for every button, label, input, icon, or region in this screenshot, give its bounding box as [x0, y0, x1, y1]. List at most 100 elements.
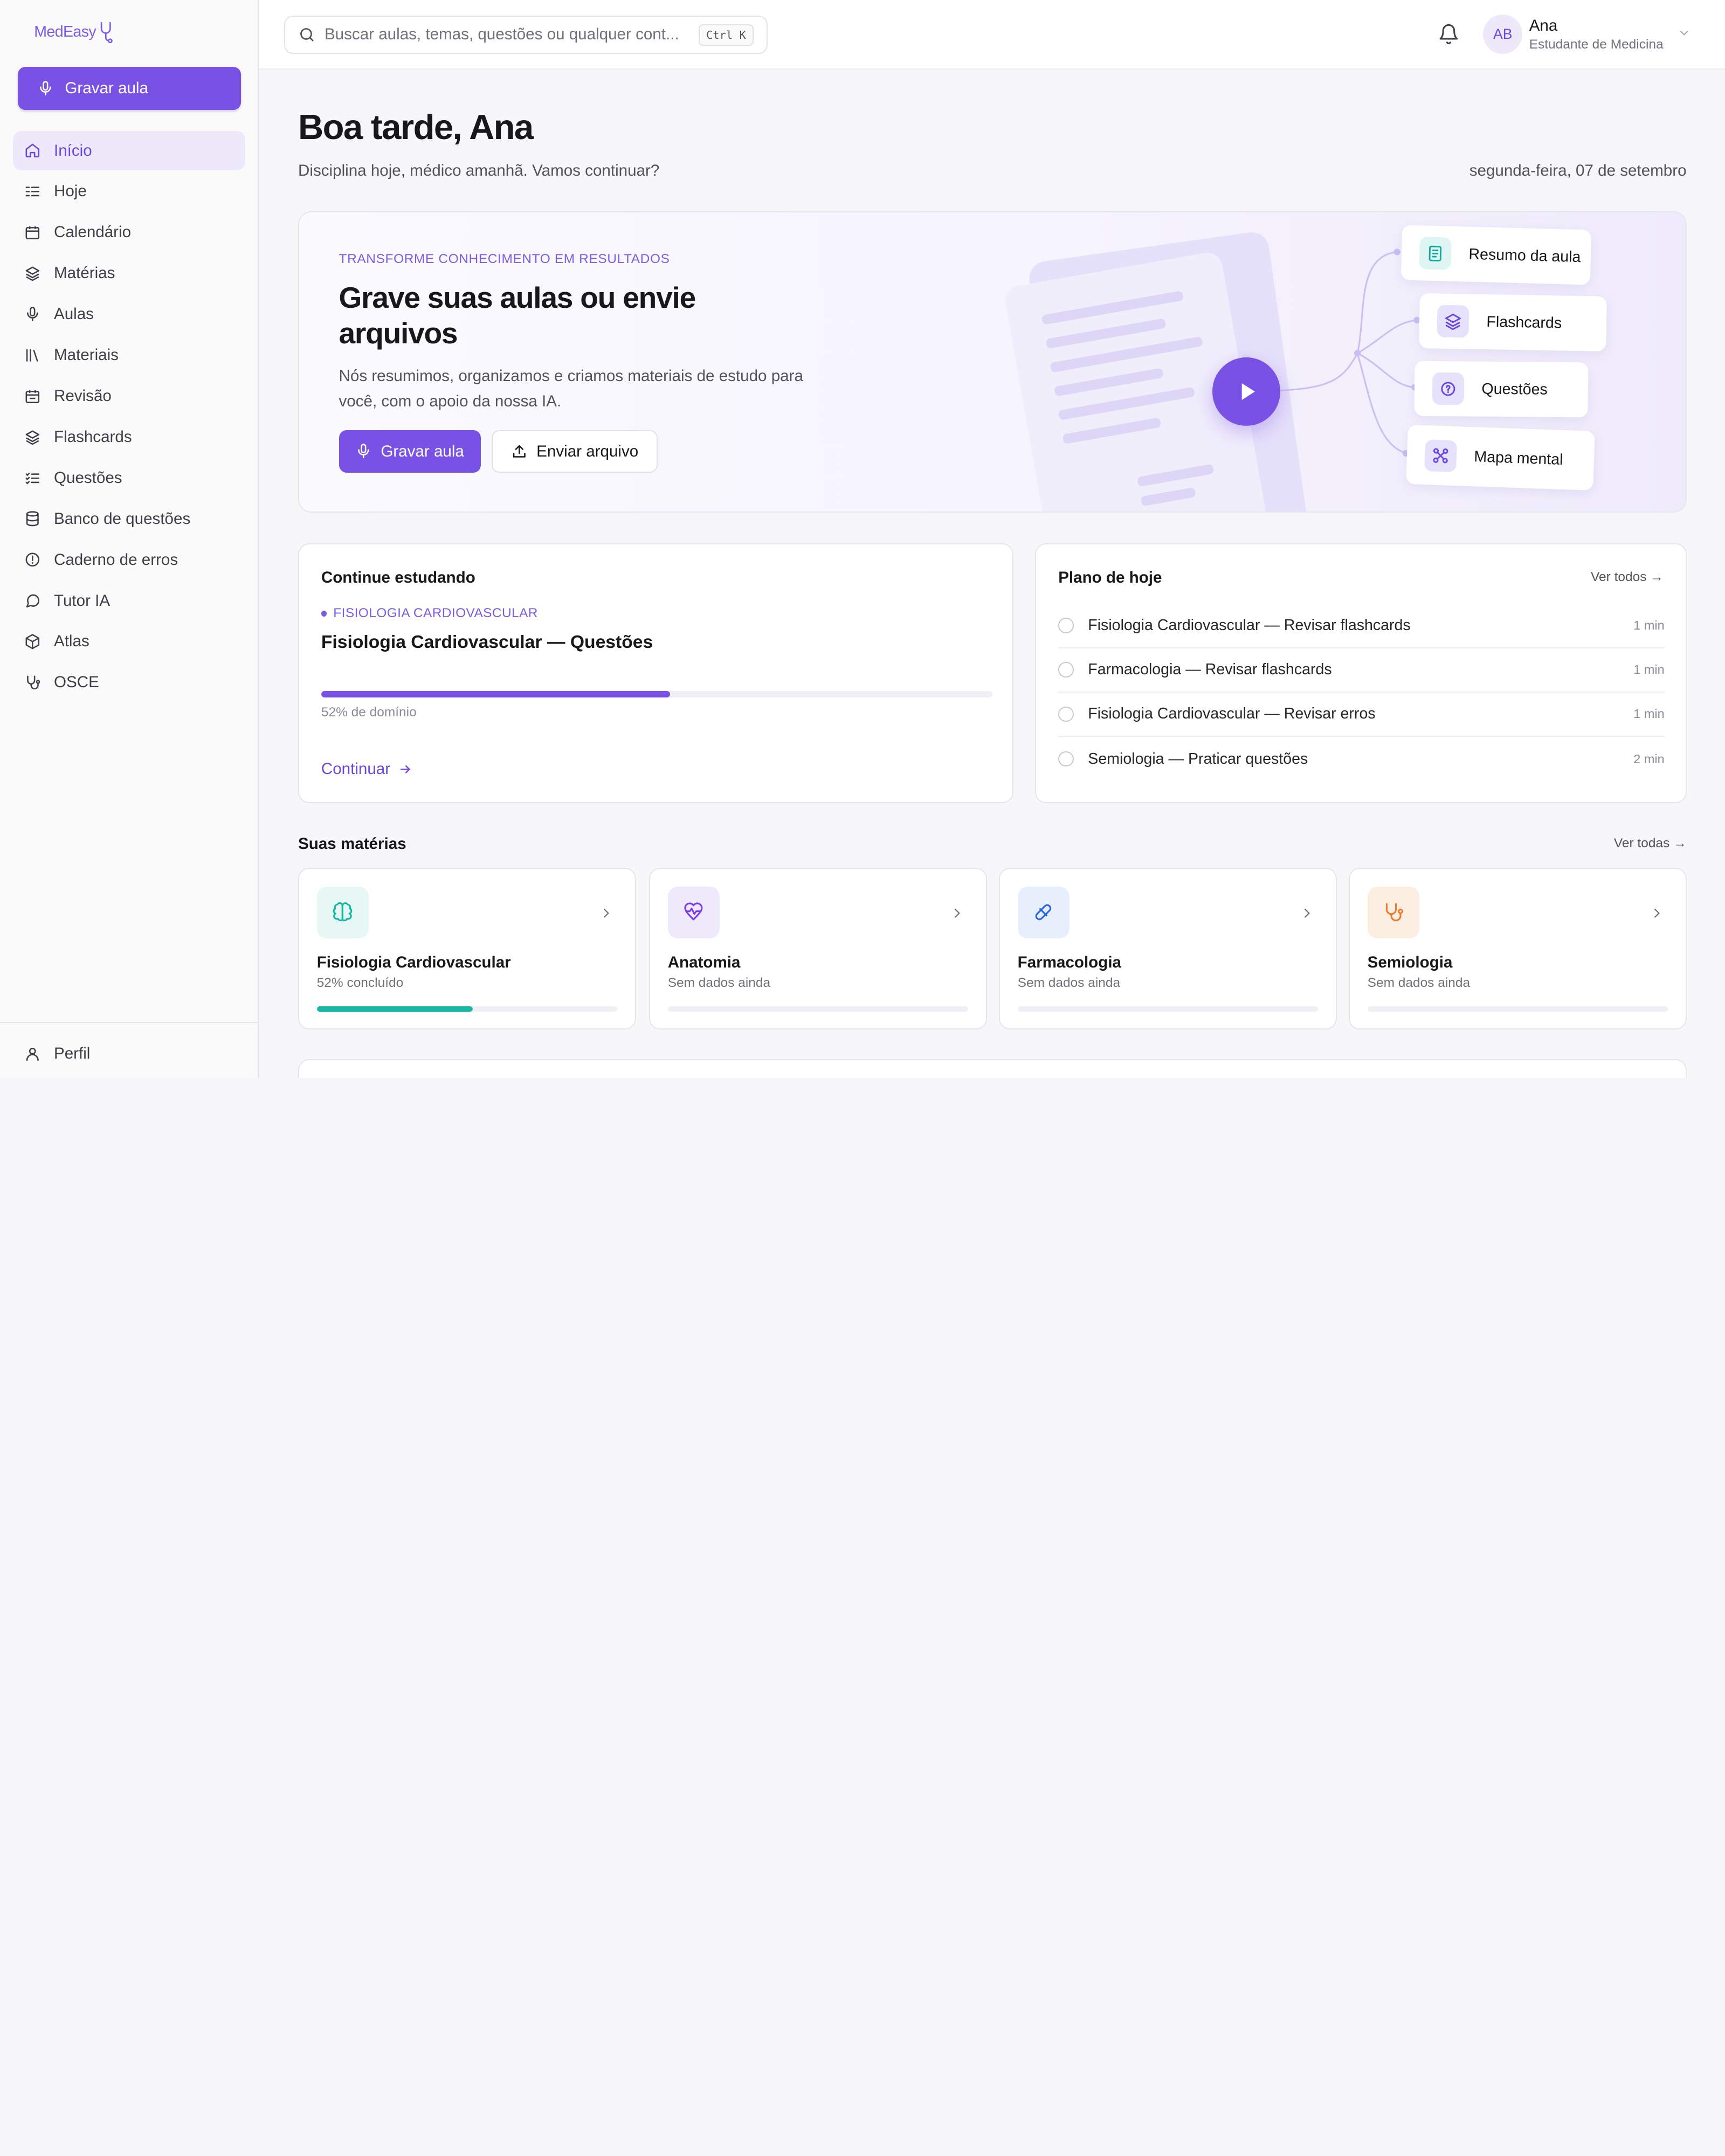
search-box[interactable]: Ctrl K — [284, 15, 768, 54]
search-input[interactable] — [324, 25, 688, 44]
sidebar-item-label: OSCE — [53, 673, 99, 692]
output-label: Mapa mental — [1474, 447, 1564, 468]
sidebar-record-button[interactable]: Gravar aula — [17, 67, 241, 110]
checklist-icon — [25, 472, 39, 485]
continue-studying-card: Continue estudando FISIOLOGIA CARDIOVASC… — [298, 543, 1013, 803]
topbar: Ctrl K AB Ana Estudante de Medicina — [258, 0, 1725, 70]
subject-tag: FISIOLOGIA CARDIOVASCULAR — [321, 606, 538, 621]
sidebar-item-label: Calendário — [53, 223, 132, 241]
subject-name: Semiologia — [1367, 953, 1453, 972]
heart-pulse-icon — [667, 886, 720, 938]
pill-icon — [1017, 886, 1070, 938]
sidebar-item-flashcards[interactable]: Flashcards — [13, 417, 245, 457]
arrow-right-icon — [401, 765, 411, 773]
user-name[interactable]: Ana — [1529, 17, 1558, 35]
subject-progress-text: Sem dados ainda — [667, 976, 771, 991]
subject-progress-fill — [316, 1006, 473, 1012]
subject-progress-bar — [667, 1006, 968, 1012]
plan-item[interactable]: Fisiologia Cardiovascular — Revisar flas… — [1058, 604, 1665, 648]
mic-icon — [40, 81, 51, 96]
subject-progress-text: Sem dados ainda — [1017, 976, 1121, 991]
sidebar-item-label: Início — [53, 141, 92, 160]
see-all-plan-link[interactable]: Ver todos → — [1591, 570, 1664, 585]
sidebar-item-materiais[interactable]: Materiais — [13, 335, 245, 375]
sidebar-item-banco-questoes[interactable]: Banco de questões — [13, 499, 245, 538]
sidebar-item-caderno-erros[interactable]: Caderno de erros — [13, 540, 245, 579]
sidebar-item-label: Aulas — [53, 305, 94, 323]
sidebar-item-hoje[interactable]: Hoje — [13, 172, 245, 211]
today-plan-title: Plano de hoje — [1058, 569, 1162, 587]
plan-item[interactable]: Semiologia — Praticar questões 2 min — [1058, 737, 1665, 781]
plan-item-time: 1 min — [1633, 707, 1665, 721]
subject-name: Farmacologia — [1017, 953, 1121, 972]
subject-card-anatomia[interactable]: Anatomia Sem dados ainda — [649, 868, 987, 1030]
page-title: Boa tarde, Ana — [298, 107, 534, 147]
subject-progress-bar — [316, 1006, 617, 1012]
subject-card-farmacologia[interactable]: Farmacologia Sem dados ainda — [999, 868, 1337, 1030]
plan-item-text: Semiologia — Praticar questões — [1088, 750, 1308, 768]
plan-checkbox[interactable] — [1058, 706, 1074, 722]
calendar-check-icon — [25, 390, 39, 403]
sidebar-item-aulas[interactable]: Aulas — [13, 294, 245, 334]
sidebar-item-inicio[interactable]: Início — [13, 130, 246, 171]
sidebar-item-perfil[interactable]: Perfil — [13, 1034, 90, 1073]
sidebar-record-label: Gravar aula — [65, 79, 148, 98]
sidebar-item-label: Caderno de erros — [53, 550, 178, 569]
plan-checkbox[interactable] — [1058, 751, 1074, 767]
plan-item[interactable]: Farmacologia — Revisar flashcards 1 min — [1058, 648, 1665, 693]
layers-icon — [1436, 305, 1469, 338]
plan-checkbox[interactable] — [1058, 618, 1074, 633]
subject-card-fisiologia[interactable]: Fisiologia Cardiovascular 52% concluído — [298, 868, 636, 1030]
box-icon — [25, 634, 39, 649]
sidebar-item-revisao[interactable]: Revisão — [13, 376, 245, 416]
help-circle-icon — [1432, 372, 1465, 405]
chevron-right-icon — [1305, 908, 1310, 918]
hero-description: Nós resumimos, organizamos e criamos mat… — [339, 367, 803, 411]
plan-item-text: Fisiologia Cardiovascular — Revisar flas… — [1088, 616, 1411, 634]
sidebar-item-questoes[interactable]: Questões — [13, 458, 245, 497]
output-card-mindmap: Mapa mental — [1406, 424, 1595, 491]
sidebar-item-label: Atlas — [53, 632, 89, 651]
plan-item-time: 1 min — [1633, 618, 1665, 632]
continue-link[interactable]: Continuar — [321, 760, 412, 778]
search-icon — [300, 28, 314, 42]
sidebar-item-calendario[interactable]: Calendário — [13, 213, 245, 252]
library-icon — [26, 349, 38, 362]
sidebar-item-label: Tutor IA — [53, 591, 111, 610]
main-content: Ctrl K AB Ana Estudante de Medicina Boa … — [258, 0, 1725, 1078]
upload-icon — [513, 445, 526, 458]
plan-item[interactable]: Fisiologia Cardiovascular — Revisar erro… — [1058, 693, 1665, 737]
avatar[interactable]: AB — [1482, 14, 1523, 54]
sidebar-item-osce[interactable]: OSCE — [13, 663, 245, 702]
subject-progress-text: 52% concluído — [316, 976, 404, 991]
play-button[interactable] — [1212, 357, 1281, 426]
list-icon — [25, 186, 39, 197]
output-card-summary: Resumo da aula — [1400, 225, 1592, 285]
app-logo[interactable]: MedEasy — [34, 20, 113, 44]
see-all-subjects-link[interactable]: Ver todas → — [1614, 836, 1687, 851]
output-label: Resumo da aula — [1468, 245, 1581, 266]
sidebar-item-materias[interactable]: Matérias — [13, 254, 245, 293]
hero-banner: TRANSFORME CONHECIMENTO EM RESULTADOS Gr… — [298, 211, 1687, 513]
plan-checkbox[interactable] — [1058, 662, 1074, 678]
sidebar: MedEasy Gravar aula Início Hoje Calendár… — [0, 0, 259, 1078]
subject-progress-text: Sem dados ainda — [1367, 976, 1471, 991]
sidebar-item-label: Materiais — [53, 346, 119, 364]
record-lecture-button[interactable]: Gravar aula — [339, 430, 481, 473]
upload-file-button[interactable]: Enviar arquivo — [492, 430, 658, 473]
plan-item-text: Fisiologia Cardiovascular — Revisar erro… — [1088, 705, 1376, 723]
hero-title: Grave suas aulas ou envie arquivos — [339, 281, 696, 350]
plan-item-text: Farmacologia — Revisar flashcards — [1088, 661, 1332, 679]
mastery-progress-fill — [321, 690, 671, 697]
mic-icon — [358, 444, 369, 459]
bell-icon[interactable] — [1438, 23, 1460, 45]
stethoscope-icon — [1367, 886, 1419, 938]
sidebar-item-label: Perfil — [53, 1045, 91, 1063]
upload-file-label: Enviar arquivo — [536, 442, 639, 460]
sidebar-item-tutor-ia[interactable]: Tutor IA — [13, 581, 245, 620]
chat-icon — [26, 594, 39, 608]
continue-link-label: Continuar — [321, 760, 391, 778]
chevron-down-icon[interactable] — [1678, 26, 1690, 39]
subject-card-semiologia[interactable]: Semiologia Sem dados ainda — [1349, 868, 1687, 1030]
sidebar-item-atlas[interactable]: Atlas — [13, 622, 245, 661]
